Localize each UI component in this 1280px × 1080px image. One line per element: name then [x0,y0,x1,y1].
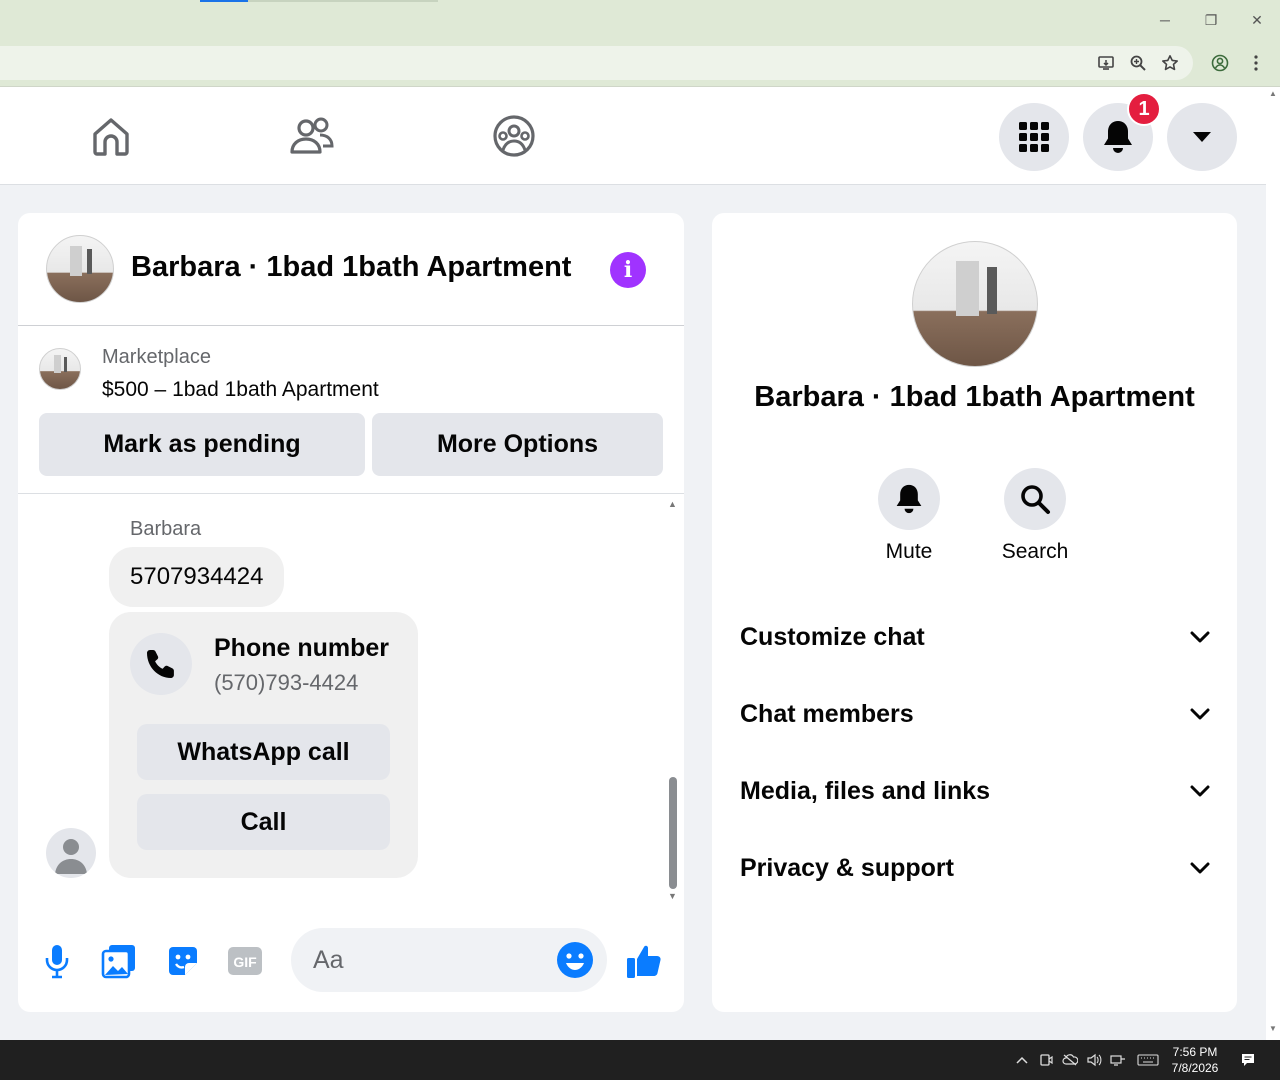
network-icon[interactable] [1110,1052,1126,1068]
taskbar: 7:56 PM 7/8/2026 [0,1040,1280,1080]
media-files-links-section[interactable]: Media, files and links [740,771,1210,811]
account-menu-button[interactable] [1167,103,1237,171]
action-center-icon[interactable] [1239,1051,1257,1069]
photo-gallery-icon[interactable] [99,941,139,981]
listing-thumbnail[interactable] [39,348,81,390]
active-tab-indicator[interactable] [200,0,248,2]
bell-icon [878,468,940,530]
clock-date: 7/8/2026 [1171,1061,1219,1075]
chevron-down-icon [1190,862,1210,874]
privacy-support-section[interactable]: Privacy & support [740,848,1210,888]
install-app-icon[interactable] [1094,51,1118,75]
menu-grid-button[interactable] [999,103,1069,171]
search-action[interactable]: Search [990,468,1080,564]
browser-menu-icon[interactable] [1244,51,1268,75]
section-label: Privacy & support [740,853,954,882]
tab-strip[interactable] [248,0,438,2]
grid-icon [1019,122,1049,152]
info-panel-title: Barbara · 1bad 1bath Apartment [754,381,1195,413]
default-user-icon [55,839,87,874]
listing-profile-photo[interactable] [912,241,1038,367]
bookmark-star-icon[interactable] [1158,51,1182,75]
section-label: Customize chat [740,622,925,651]
profile-icon[interactable] [1208,51,1232,75]
home-icon[interactable] [86,111,136,161]
whatsapp-call-button[interactable]: WhatsApp call [137,724,390,780]
friends-icon[interactable] [287,111,337,161]
chat-title[interactable]: Barbara · 1bad 1bath Apartment [131,251,571,284]
address-field[interactable] [0,46,1193,80]
onedrive-icon[interactable] [1062,1052,1078,1068]
sender-name: Barbara [130,518,202,540]
mark-as-pending-button[interactable]: Mark as pending [39,413,365,476]
section-label: Chat members [740,699,914,728]
message-scrollbar[interactable]: ▲ ▼ [666,495,680,905]
meet-now-icon[interactable] [1038,1052,1054,1068]
message-scroll-thumb[interactable] [669,777,677,889]
chat-panel: Barbara · 1bad 1bath Apartment i Marketp… [18,213,684,1012]
browser-toolbar [0,40,1280,86]
scroll-down-arrow-icon[interactable]: ▼ [1269,1024,1277,1033]
message-input[interactable]: Aa [291,928,607,992]
browser-titlebar: ─ ❐ ✕ [0,0,1280,40]
chat-header: Barbara · 1bad 1bath Apartment i [18,213,684,326]
phone-card-title: Phone number [214,634,390,662]
chevron-down-icon [1190,708,1210,720]
keyboard-icon[interactable] [1136,1052,1160,1068]
sticker-icon[interactable] [163,941,203,981]
message-bubble[interactable]: 5707934424 [109,547,285,607]
sender-avatar[interactable] [46,828,96,878]
listing-title[interactable]: $500 – 1bad 1bath Apartment [102,378,379,402]
thread-scroll-up-icon[interactable]: ▲ [668,499,677,509]
zoom-icon[interactable] [1126,51,1150,75]
system-clock[interactable]: 7:56 PM 7/8/2026 [1163,1044,1227,1076]
chat-members-section[interactable]: Chat members [740,694,1210,734]
info-icon[interactable]: i [610,252,646,288]
call-button[interactable]: Call [137,794,390,850]
chevron-down-icon [1190,785,1210,797]
message-thread[interactable]: Barbara 5707934424 Phone number (570)793… [18,495,684,905]
tray-overflow-chevron-icon[interactable] [1014,1052,1030,1068]
volume-icon[interactable] [1086,1052,1102,1068]
minimize-button[interactable]: ─ [1153,8,1177,32]
microphone-icon[interactable] [37,941,77,981]
svg-text:GIF: GIF [233,954,257,970]
section-label: Media, files and links [740,776,991,805]
conversation-info-panel: Barbara · 1bad 1bath Apartment Mute Sear… [712,213,1237,1012]
message-input-placeholder: Aa [313,946,344,974]
customize-chat-section[interactable]: Customize chat [740,617,1210,657]
close-window-button[interactable]: ✕ [1245,8,1269,32]
thread-scroll-down-icon[interactable]: ▼ [668,891,677,901]
marketplace-listing: Marketplace $500 – 1bad 1bath Apartment … [18,326,684,494]
phone-number-card: Phone number (570)793-4424 WhatsApp call… [109,612,418,878]
marketplace-label: Marketplace [102,346,211,368]
page-scrollbar[interactable]: ▲ ▼ [1266,87,1280,1040]
top-navigation: 1 [0,87,1266,185]
search-label: Search [1001,540,1069,563]
chevron-down-icon [1190,631,1210,643]
mute-label: Mute [885,540,933,563]
phone-icon [130,633,192,695]
restore-button[interactable]: ❐ [1199,8,1223,32]
groups-icon[interactable] [489,111,539,161]
caret-down-icon [1193,132,1211,142]
bell-icon [1104,121,1132,153]
listing-avatar[interactable] [46,235,114,303]
search-icon [1004,468,1066,530]
clock-time: 7:56 PM [1172,1045,1218,1059]
notification-count-badge: 1 [1127,92,1161,126]
like-thumbs-up-icon[interactable] [624,941,664,981]
emoji-icon[interactable] [557,942,593,978]
phone-card-number: (570)793-4424 [214,670,359,695]
gif-icon[interactable]: GIF [225,941,265,981]
scroll-up-arrow-icon[interactable]: ▲ [1269,89,1277,98]
more-options-button[interactable]: More Options [372,413,663,476]
message-composer: GIF Aa [18,913,684,1012]
mute-action[interactable]: Mute [864,468,954,564]
